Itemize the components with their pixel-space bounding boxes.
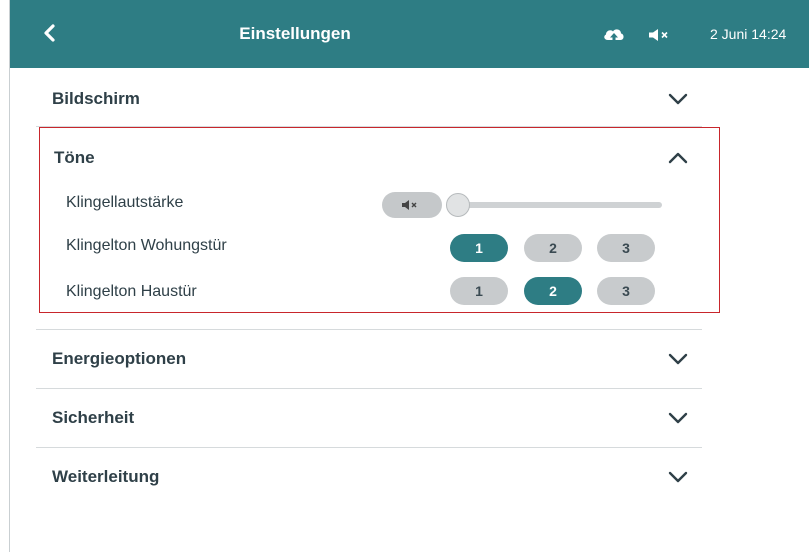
klingellautstaerke-label: Klingellautstärke [66, 194, 184, 211]
section-bildschirm-label: Bildschirm [52, 89, 140, 108]
wohnungstuer-tone-2-button[interactable]: 2 [524, 234, 582, 262]
haustuer-tone-2-button[interactable]: 2 [524, 277, 582, 305]
chevron-up-icon[interactable] [668, 152, 688, 164]
back-button[interactable] [36, 20, 62, 46]
wohnungstuer-tone-1-button[interactable]: 1 [450, 234, 508, 262]
wohnungstuer-label: Klingelton Wohungstür [66, 237, 227, 254]
window-left-border [9, 0, 10, 552]
speaker-muted-icon [402, 200, 417, 210]
section-bildschirm[interactable]: Bildschirm [36, 70, 702, 128]
haustuer-tone-1-button[interactable]: 1 [450, 277, 508, 305]
section-sicherheit[interactable]: Sicherheit [36, 389, 702, 447]
chevron-left-icon [44, 24, 55, 42]
speaker-mute-button[interactable] [648, 28, 674, 42]
cloud-upload-button[interactable] [602, 26, 626, 44]
haustuer-tone-3-button[interactable]: 3 [597, 277, 655, 305]
haustuer-label: Klingelton Haustür [66, 283, 197, 300]
volume-slider-handle[interactable] [446, 193, 470, 217]
section-weiterleitung[interactable]: Weiterleitung [36, 448, 702, 506]
chevron-down-icon [668, 353, 688, 365]
section-energieoptionen-label: Energieoptionen [52, 349, 187, 368]
section-weiterleitung-label: Weiterleitung [52, 467, 160, 486]
header-bar: Einstellungen 2 Juni 14:24 [10, 0, 809, 68]
ring-mute-toggle[interactable] [382, 192, 442, 218]
section-sicherheit-label: Sicherheit [52, 408, 135, 427]
chevron-down-icon [668, 93, 688, 105]
speaker-muted-icon [649, 29, 668, 41]
datetime-label: 2 Juni 14:24 [710, 26, 787, 42]
volume-slider-track[interactable] [456, 202, 662, 208]
cloud-upload-icon [604, 29, 624, 43]
section-toene-label: Töne [54, 148, 95, 167]
page-title: Einstellungen [239, 24, 351, 43]
section-toene: Töne Klingellautstärke Klingelton Wohung… [39, 127, 720, 313]
wohnungstuer-tone-3-button[interactable]: 3 [597, 234, 655, 262]
chevron-down-icon [668, 471, 688, 483]
section-energieoptionen[interactable]: Energieoptionen [36, 330, 702, 388]
chevron-down-icon [668, 412, 688, 424]
